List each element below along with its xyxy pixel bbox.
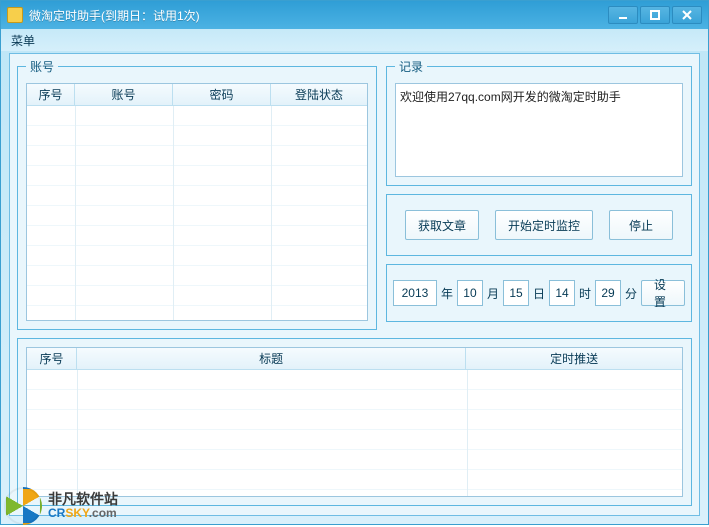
minute-suffix: 分 (625, 285, 637, 302)
menu-main[interactable]: 菜单 (11, 32, 35, 49)
grid-divider (271, 106, 272, 320)
app-icon (7, 7, 23, 23)
hour-suffix: 时 (579, 285, 591, 302)
maximize-button[interactable] (640, 6, 670, 24)
stop-button[interactable]: 停止 (609, 210, 673, 240)
close-icon (682, 10, 692, 20)
close-button[interactable] (672, 6, 702, 24)
month-suffix: 月 (487, 285, 499, 302)
menubar: 菜单 (1, 29, 708, 51)
hour-input[interactable]: 14 (549, 280, 575, 306)
grid-divider (77, 370, 78, 496)
log-group: 记录 欢迎使用27qq.com网开发的微淘定时助手 (386, 58, 692, 186)
accounts-col-status[interactable]: 登陆状态 (271, 84, 367, 105)
set-datetime-button[interactable]: 设置 (641, 280, 685, 306)
articles-group: 序号 标题 定时推送 (17, 338, 692, 506)
accounts-group: 账号 序号 账号 密码 登陆状态 (17, 58, 377, 330)
grid-divider (467, 370, 468, 496)
day-suffix: 日 (533, 285, 545, 302)
articles-grid[interactable]: 序号 标题 定时推送 (26, 347, 683, 497)
articles-col-index[interactable]: 序号 (27, 348, 77, 369)
articles-col-schedule[interactable]: 定时推送 (466, 348, 682, 369)
articles-grid-header: 序号 标题 定时推送 (27, 348, 682, 370)
accounts-col-account[interactable]: 账号 (75, 84, 173, 105)
start-monitor-button[interactable]: 开始定时监控 (495, 210, 593, 240)
articles-grid-body[interactable] (27, 370, 682, 496)
accounts-legend: 账号 (26, 58, 58, 75)
accounts-col-index[interactable]: 序号 (27, 84, 75, 105)
articles-col-title[interactable]: 标题 (77, 348, 466, 369)
month-input[interactable]: 10 (457, 280, 483, 306)
window-title: 微淘定时助手(到期日：试用1次) (29, 7, 608, 24)
accounts-grid-header: 序号 账号 密码 登陆状态 (27, 84, 367, 106)
client-area: 账号 序号 账号 密码 登陆状态 记录 欢迎使用27qq.com网开发的微淘定时… (9, 53, 700, 516)
log-legend: 记录 (395, 58, 427, 75)
titlebar: 微淘定时助手(到期日：试用1次) (1, 1, 708, 29)
actions-panel: 获取文章 开始定时监控 停止 (386, 194, 692, 256)
accounts-grid-body[interactable] (27, 106, 367, 320)
year-input[interactable]: 2013 (393, 280, 437, 306)
minimize-icon (618, 10, 628, 20)
grid-divider (75, 106, 76, 320)
datetime-panel: 2013 年 10 月 15 日 14 时 29 分 设置 (386, 264, 692, 322)
window-controls (608, 6, 702, 24)
grid-divider (173, 106, 174, 320)
accounts-grid[interactable]: 序号 账号 密码 登陆状态 (26, 83, 368, 321)
day-input[interactable]: 15 (503, 280, 529, 306)
minute-input[interactable]: 29 (595, 280, 621, 306)
accounts-col-password[interactable]: 密码 (173, 84, 271, 105)
fetch-articles-button[interactable]: 获取文章 (405, 210, 479, 240)
log-textarea[interactable]: 欢迎使用27qq.com网开发的微淘定时助手 (395, 83, 683, 177)
minimize-button[interactable] (608, 6, 638, 24)
maximize-icon (650, 10, 660, 20)
year-suffix: 年 (441, 285, 453, 302)
app-window: 微淘定时助手(到期日：试用1次) 菜单 账号 序号 账号 密码 登陆状 (0, 0, 709, 525)
